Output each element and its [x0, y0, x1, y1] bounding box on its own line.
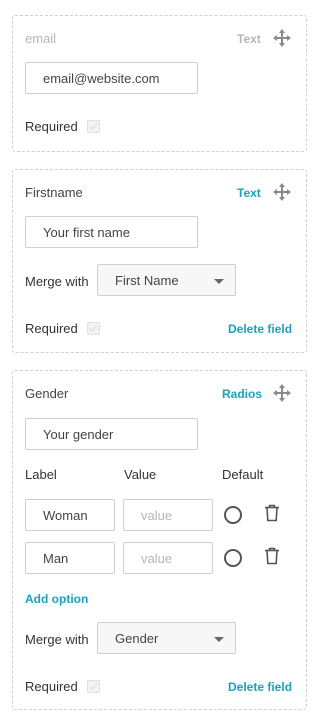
delete-field-button[interactable]: Delete field: [228, 680, 292, 694]
options-header-default: Default: [222, 467, 264, 482]
merge-with-label: Merge with: [25, 632, 89, 647]
field-title: email: [25, 31, 57, 46]
move-arrows-icon[interactable]: [272, 383, 292, 403]
required-checkbox[interactable]: [87, 680, 100, 693]
option-label-input[interactable]: Man: [25, 542, 115, 574]
field-type-label[interactable]: Text: [237, 186, 261, 200]
option-value-input[interactable]: value: [123, 499, 213, 531]
placeholder-input[interactable]: Your first name: [25, 216, 198, 248]
option-value-placeholder: value: [141, 550, 173, 566]
field-card-email: email Text email@website.com Required: [12, 15, 307, 152]
radio-empty-icon[interactable]: [224, 549, 242, 567]
merge-with-select[interactable]: First Name: [97, 264, 236, 296]
field-card-firstname: Firstname Text Your first name Merge wit…: [12, 169, 307, 353]
field-card-gender: Gender Radios Your gender Label Value De…: [12, 370, 307, 710]
placeholder-input-text: Your gender: [43, 426, 114, 442]
placeholder-input[interactable]: email@website.com: [25, 62, 198, 94]
merge-with-value: Gender: [115, 630, 159, 646]
delete-field-button[interactable]: Delete field: [228, 322, 292, 336]
required-checkbox[interactable]: [87, 120, 100, 133]
option-label-input[interactable]: Woman: [25, 499, 115, 531]
field-title: Firstname: [25, 185, 83, 200]
move-arrows-icon[interactable]: [272, 182, 292, 202]
merge-with-label: Merge with: [25, 274, 89, 289]
option-label-text: Woman: [43, 507, 88, 523]
required-label: Required: [25, 119, 78, 134]
required-label: Required: [25, 679, 78, 694]
chevron-down-icon: [214, 279, 224, 284]
trash-icon[interactable]: [264, 504, 280, 522]
merge-with-select[interactable]: Gender: [97, 622, 236, 654]
placeholder-input[interactable]: Your gender: [25, 418, 198, 450]
chevron-down-icon: [214, 637, 224, 642]
option-value-placeholder: value: [141, 507, 173, 523]
trash-icon[interactable]: [264, 547, 280, 565]
field-type-label: Text: [237, 32, 261, 46]
option-label-text: Man: [43, 550, 69, 566]
option-value-input[interactable]: value: [123, 542, 213, 574]
options-header-label: Label: [25, 467, 57, 482]
field-type-label[interactable]: Radios: [222, 387, 262, 401]
radio-empty-icon[interactable]: [224, 506, 242, 524]
field-title: Gender: [25, 386, 69, 401]
add-option-button[interactable]: Add option: [25, 592, 88, 606]
required-checkbox[interactable]: [87, 322, 100, 335]
options-header-value: Value: [124, 467, 157, 482]
placeholder-input-text: Your first name: [43, 224, 130, 240]
required-label: Required: [25, 321, 78, 336]
merge-with-value: First Name: [115, 272, 179, 288]
placeholder-input-text: email@website.com: [43, 70, 160, 86]
move-arrows-icon[interactable]: [272, 28, 292, 48]
